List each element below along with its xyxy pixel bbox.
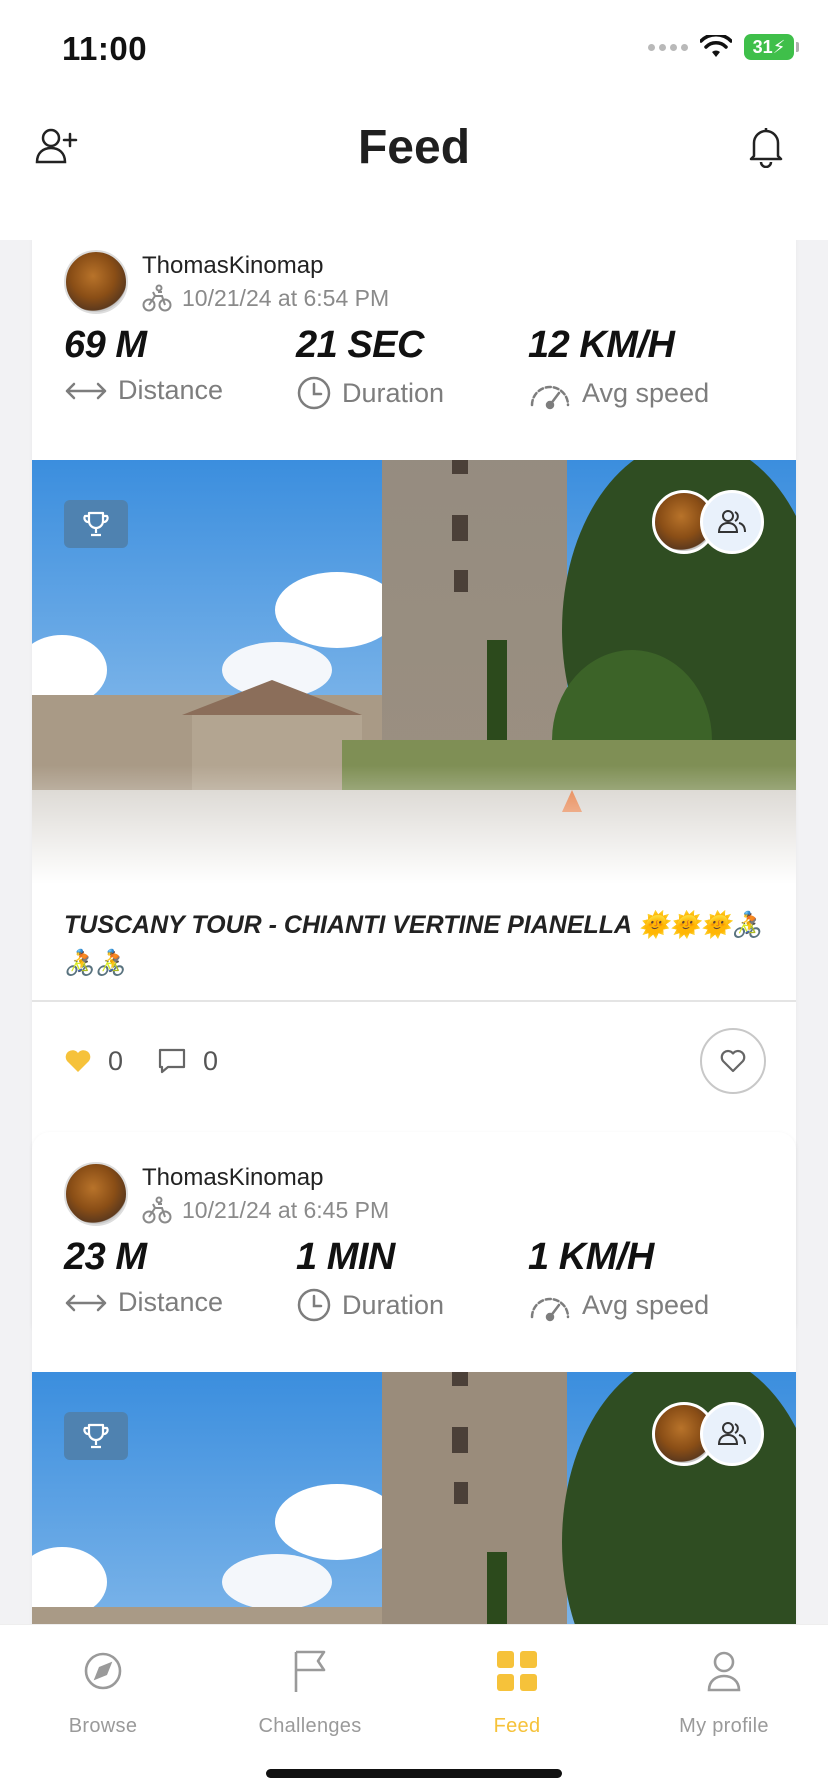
avatar[interactable] xyxy=(64,1162,128,1226)
nav-label: Browse xyxy=(68,1715,138,1737)
compass-icon xyxy=(84,1652,122,1690)
comments-button[interactable]: 0 xyxy=(157,1046,218,1077)
trophy-icon xyxy=(83,1423,109,1449)
battery-icon: 31 ⚡ xyxy=(744,34,799,60)
likes-count-button[interactable]: 0 xyxy=(64,1046,123,1077)
wifi-icon xyxy=(700,35,732,57)
comments-count: 0 xyxy=(203,1045,219,1076)
stat-value: 23 M xyxy=(64,1236,147,1278)
stat-duration: 21 SEC Duration xyxy=(296,324,528,411)
home-indicator[interactable] xyxy=(266,1769,562,1778)
heart-filled-icon xyxy=(65,1050,91,1072)
username: ThomasKinomap xyxy=(142,252,324,279)
stat-distance: 23 M Distance xyxy=(64,1236,296,1323)
participants[interactable] xyxy=(652,1402,764,1466)
post-actions: 0 0 xyxy=(64,1028,252,1094)
status-time: 11:00 xyxy=(62,30,148,67)
stat-label: Avg speed xyxy=(582,377,710,408)
post-date: 10/21/24 at 6:45 PM xyxy=(182,1196,390,1223)
stat-avg-speed: 12 KM/H Avg speed xyxy=(528,324,760,411)
nav-challenges[interactable]: Challenges xyxy=(225,1645,395,1738)
nav-label: Challenges xyxy=(258,1715,362,1737)
bottom-nav: Browse Challenges Feed My profile xyxy=(0,1624,828,1792)
bell-icon xyxy=(749,128,783,168)
stat-avg-speed: 1 KM/H Avg speed xyxy=(528,1236,760,1323)
comment-icon xyxy=(158,1048,186,1074)
group-icon-button xyxy=(700,490,764,554)
speedometer-icon xyxy=(530,1297,570,1322)
stat-duration: 1 MIN Duration xyxy=(296,1236,528,1323)
stat-value: 1 MIN xyxy=(296,1236,395,1278)
trophy-icon xyxy=(83,511,109,537)
bike-icon xyxy=(142,1196,172,1224)
notifications-button[interactable] xyxy=(740,120,792,172)
nav-label: Feed xyxy=(493,1715,541,1737)
challenge-badge[interactable] xyxy=(64,500,128,548)
stat-label: Duration xyxy=(342,1289,445,1320)
post-date: 10/21/24 at 6:54 PM xyxy=(182,284,390,311)
group-icon xyxy=(717,1422,746,1445)
grid-icon xyxy=(497,1651,537,1691)
post-author[interactable]: ThomasKinomap 10/21/24 at 6:45 PM xyxy=(64,1162,389,1226)
divider xyxy=(32,1000,796,1002)
bike-icon xyxy=(142,284,172,312)
clock-icon xyxy=(297,376,331,410)
activity-photo[interactable] xyxy=(32,460,796,884)
participants[interactable] xyxy=(652,490,764,554)
activity-title[interactable]: TUSCANY TOUR - CHIANTI VERTINE PIANELLA … xyxy=(64,906,764,982)
arrows-horizontal-icon xyxy=(65,1294,107,1311)
group-icon xyxy=(717,510,746,533)
stat-value: 69 M xyxy=(64,324,147,366)
stat-distance: 69 M Distance xyxy=(64,324,296,411)
stat-label: Distance xyxy=(118,1287,224,1317)
nav-browse[interactable]: Browse xyxy=(18,1645,188,1738)
stat-value: 1 KM/H xyxy=(528,1236,654,1278)
like-button[interactable] xyxy=(700,1028,766,1094)
group-icon-button xyxy=(700,1402,764,1466)
status-bar: 11:00 31 ⚡ xyxy=(0,0,828,96)
clock-icon xyxy=(297,1288,331,1322)
nav-label: My profile xyxy=(679,1715,769,1737)
likes-count: 0 xyxy=(108,1045,124,1076)
battery-level: 31 xyxy=(752,36,773,57)
status-indicators: 31 ⚡ xyxy=(648,34,799,60)
app-header: Feed xyxy=(0,96,828,240)
post-author[interactable]: ThomasKinomap 10/21/24 at 6:54 PM xyxy=(64,250,389,314)
person-icon xyxy=(707,1651,741,1692)
arrows-horizontal-icon xyxy=(65,382,107,399)
nav-feed[interactable]: Feed xyxy=(432,1645,602,1738)
activity-photo[interactable] xyxy=(32,1372,796,1624)
challenge-badge[interactable] xyxy=(64,1412,128,1460)
avatar[interactable] xyxy=(64,250,128,314)
stat-value: 12 KM/H xyxy=(528,324,675,366)
speedometer-icon xyxy=(530,385,570,410)
stat-label: Avg speed xyxy=(582,1289,710,1320)
stat-label: Duration xyxy=(342,377,445,408)
stat-value: 21 SEC xyxy=(296,324,424,366)
page-title: Feed xyxy=(357,121,471,174)
stat-label: Distance xyxy=(118,375,224,405)
stats-row: 23 M Distance 1 MIN Duration 1 KM/H Avg … xyxy=(64,1236,764,1323)
activity-card[interactable]: ThomasKinomap 10/21/24 at 6:45 PM 23 M D… xyxy=(32,1132,796,1624)
username: ThomasKinomap xyxy=(142,1164,324,1191)
stats-row: 69 M Distance 21 SEC Duration 12 KM/H Av… xyxy=(64,324,764,411)
feed-list[interactable]: ThomasKinomap 10/21/24 at 6:54 PM 69 M D… xyxy=(0,240,828,1624)
heart-outline-icon xyxy=(720,1049,746,1073)
cellular-signal-icon xyxy=(648,43,688,51)
flag-icon xyxy=(294,1650,326,1692)
nav-my-profile[interactable]: My profile xyxy=(639,1645,809,1738)
